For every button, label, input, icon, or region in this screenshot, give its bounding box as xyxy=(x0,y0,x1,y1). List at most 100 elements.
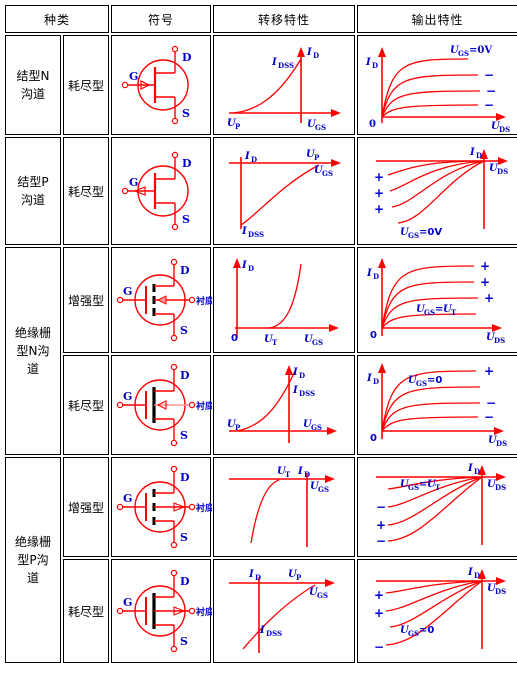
svg-text:G: G xyxy=(123,390,132,403)
svg-text:GS: GS xyxy=(318,485,329,494)
svg-text:衬底: 衬底 xyxy=(196,295,212,307)
fet-comparison-table: 种类 符号 转移特性 输出特性 结型N 沟道 耗尽型 G D S I D I D… xyxy=(3,3,517,665)
svg-text:I: I xyxy=(271,57,277,68)
svg-text:DS: DS xyxy=(499,125,510,133)
svg-text:I: I xyxy=(306,47,312,58)
svg-text:0: 0 xyxy=(370,330,377,341)
transfer-curve-mosfet-n-enh: I D 0 U T U GS xyxy=(213,247,356,353)
svg-text:−: − xyxy=(376,500,386,514)
category-label-line1: 绝缘栅 xyxy=(14,326,51,340)
symbol-mosfet-n-depletion: G D S 衬底 xyxy=(111,355,212,455)
svg-text:I: I xyxy=(241,260,247,271)
output-curve-mosfet-p-dep: I D U DS + + U GS =0 − xyxy=(357,559,517,663)
transfer-curve-mosfet-n-dep: I D I DSS U P U GS xyxy=(213,355,356,455)
svg-text:I: I xyxy=(244,151,250,162)
transfer-curve-mosfet-p-enh: U T I D U GS xyxy=(213,457,356,557)
svg-text:G: G xyxy=(123,285,132,298)
transfer-chart-icon: I D U P U GS I DSS xyxy=(229,149,342,239)
output-curve-jfet-n: I D 0 U DS U GS =0V − − − xyxy=(357,35,517,135)
svg-text:I: I xyxy=(292,367,298,378)
svg-text:I: I xyxy=(297,466,303,477)
svg-text:DS: DS xyxy=(495,587,506,596)
table-row: 结型P 沟道 耗尽型 G D S I D U P U GS I DSS I D … xyxy=(5,137,517,245)
svg-text:衬底: 衬底 xyxy=(196,502,212,514)
category-label-line3: 道 xyxy=(26,571,39,585)
transfer-chart-icon: I D I DSS U P U GS xyxy=(227,47,342,132)
svg-text:衬底: 衬底 xyxy=(196,400,212,412)
svg-text:D: D xyxy=(474,571,480,580)
svg-text:0: 0 xyxy=(369,119,376,130)
transfer-chart-icon: I D 0 U T U GS xyxy=(231,258,340,347)
svg-text:GS: GS xyxy=(322,169,333,178)
svg-text:D: D xyxy=(373,377,379,386)
mode-label-mosfet-p-enh: 增强型 xyxy=(63,457,110,557)
svg-text:−: − xyxy=(376,534,386,548)
svg-text:−: − xyxy=(484,410,494,424)
table-row: 耗尽型 G D S 衬底 xyxy=(5,355,517,455)
svg-text:P: P xyxy=(314,153,320,162)
svg-text:G: G xyxy=(129,70,138,83)
svg-text:GS: GS xyxy=(458,49,469,58)
svg-text:GS: GS xyxy=(408,629,419,638)
svg-text:D: D xyxy=(180,471,190,484)
svg-text:D: D xyxy=(474,467,480,476)
mosfet-p-enhancement-symbol-icon: G D S 衬底 xyxy=(116,465,212,549)
svg-text:DS: DS xyxy=(496,439,507,448)
svg-text:0: 0 xyxy=(370,433,377,444)
output-curve-mosfet-n-dep: I D 0 U DS + U GS =0 − − xyxy=(357,355,517,455)
category-label-line3: 道 xyxy=(26,362,39,376)
category-mosfet-n: 绝缘栅 型N沟 道 xyxy=(5,247,61,455)
category-mosfet-p: 绝缘栅 型P沟 道 xyxy=(5,457,61,663)
svg-text:D: D xyxy=(372,61,378,70)
svg-text:+: + xyxy=(484,364,494,378)
svg-text:GS: GS xyxy=(408,231,419,240)
svg-text:+: + xyxy=(374,170,384,184)
svg-text:I: I xyxy=(469,147,475,158)
symbol-mosfet-p-depletion: G D S 衬底 xyxy=(111,559,212,663)
output-chart-icon: I D U DS + + U GS =0 − xyxy=(374,567,506,654)
mode-label-jfet-p: 耗尽型 xyxy=(63,137,110,245)
svg-text:DS: DS xyxy=(494,336,505,345)
svg-text:DS: DS xyxy=(495,483,506,492)
table-row: 绝缘栅 型P沟 道 增强型 G D S 衬底 U T I D U GS I D … xyxy=(5,457,517,663)
symbol-mosfet-p-enhancement: G D S 衬底 xyxy=(111,457,212,557)
category-label-line2: 沟道 xyxy=(20,193,45,207)
table-header-row: 种类 符号 转移特性 输出特性 xyxy=(5,5,517,33)
svg-text:S: S xyxy=(180,531,188,544)
output-chart-icon: I D 0 U DS + U GS =0 − − xyxy=(366,363,507,448)
svg-text:S: S xyxy=(180,324,188,337)
mode-label-jfet-n: 耗尽型 xyxy=(63,35,110,135)
mode-label-mosfet-n-dep: 耗尽型 xyxy=(63,355,110,455)
svg-text:I: I xyxy=(467,567,473,578)
symbol-jfet-p-depletion: G D S xyxy=(111,137,212,245)
category-label-line1: 结型N xyxy=(16,69,50,83)
category-label-line1: 绝缘栅 xyxy=(14,535,51,549)
svg-text:DSS: DSS xyxy=(299,389,315,398)
svg-text:+: + xyxy=(480,259,490,273)
svg-text:T: T xyxy=(272,338,278,347)
svg-text:=0V: =0V xyxy=(419,227,442,238)
output-chart-icon: I D 0 U DS + + + U GS = U T xyxy=(366,258,505,345)
svg-text:S: S xyxy=(182,107,190,120)
svg-text:T: T xyxy=(285,470,291,479)
svg-text:G: G xyxy=(129,176,138,189)
svg-text:I: I xyxy=(248,569,254,580)
transfer-curve-mosfet-p-dep: I D U P U GS I DSS xyxy=(213,559,356,663)
mosfet-n-depletion-symbol-icon: G D S 衬底 xyxy=(116,363,212,447)
category-jfet-p: 结型P 沟道 xyxy=(5,137,61,245)
svg-text:T: T xyxy=(451,308,457,317)
svg-text:D: D xyxy=(304,470,310,479)
svg-text:+: + xyxy=(374,202,384,216)
svg-text:=0: =0 xyxy=(427,375,442,386)
svg-text:+: + xyxy=(484,291,494,305)
category-label-line2: 型N沟 xyxy=(16,344,50,358)
svg-text:+: + xyxy=(376,518,386,532)
svg-text:I: I xyxy=(366,373,372,384)
svg-text:I: I xyxy=(259,625,265,636)
svg-text:DSS: DSS xyxy=(278,61,294,70)
mode-label-mosfet-n-enh: 增强型 xyxy=(63,247,110,353)
fet-comparison-table-page: 种类 符号 转移特性 输出特性 结型N 沟道 耗尽型 G D S I D I D… xyxy=(0,0,517,688)
svg-text:S: S xyxy=(180,635,188,648)
svg-text:I: I xyxy=(365,57,371,68)
mode-label-mosfet-p-dep: 耗尽型 xyxy=(63,559,110,663)
